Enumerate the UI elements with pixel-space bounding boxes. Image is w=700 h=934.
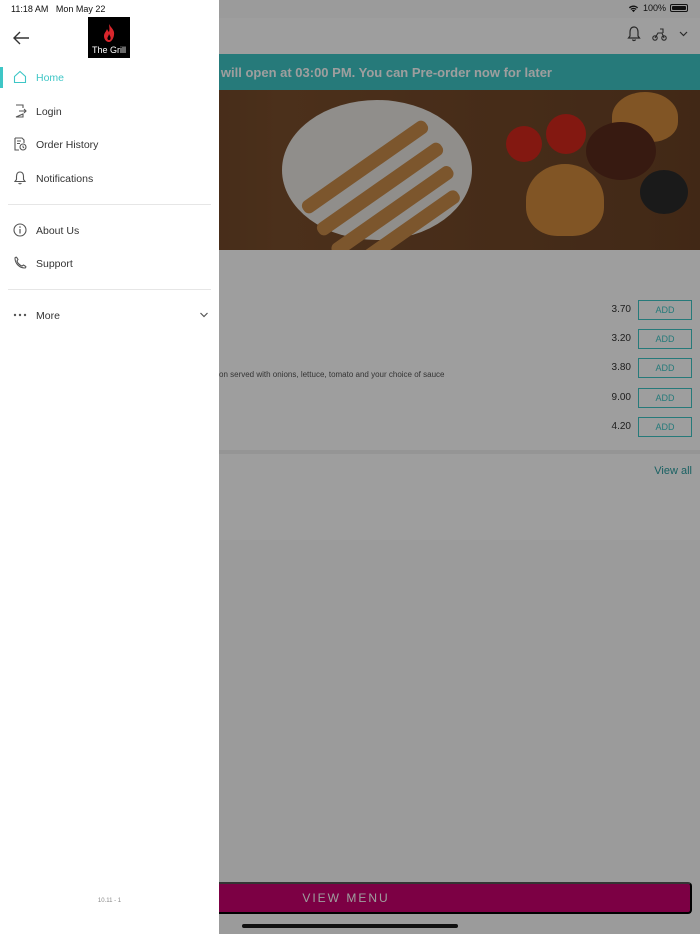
phone-icon	[14, 256, 27, 269]
drawer-item-about-us[interactable]: About Us	[0, 214, 219, 247]
app-version: 10.11 - 1	[97, 898, 122, 904]
battery-icon	[670, 4, 688, 12]
drawer-divider	[8, 204, 211, 205]
drawer-item-label: Support	[36, 257, 73, 270]
drawer-item-login[interactable]: Login	[0, 95, 219, 128]
order-history-icon	[14, 137, 27, 151]
chevron-down-icon[interactable]	[199, 310, 209, 320]
bell-icon	[13, 171, 27, 185]
drawer-item-label: Login	[36, 105, 62, 118]
home-indicator	[242, 924, 458, 928]
drawer-item-label: Notifications	[36, 172, 94, 185]
flame-icon	[104, 24, 115, 42]
drawer-item-label: More	[36, 309, 60, 322]
drawer-item-notifications[interactable]: Notifications	[0, 162, 219, 195]
drawer-item-label: Home	[36, 71, 65, 84]
status-time: 11:18 AM Mon May 22	[11, 4, 106, 14]
more-dots-icon	[13, 313, 27, 317]
drawer-item-home[interactable]: Home	[0, 61, 219, 94]
drawer-item-support[interactable]: Support	[0, 247, 219, 280]
info-icon	[13, 223, 27, 237]
back-arrow-icon[interactable]	[12, 30, 30, 46]
login-icon	[15, 104, 27, 118]
battery-percent: 100%	[642, 3, 666, 13]
brand-logo: The Grill	[88, 17, 130, 58]
drawer-item-label: About Us	[36, 224, 80, 237]
drawer-divider	[8, 289, 211, 290]
side-drawer: The Grill Home Login Order History Notif…	[0, 0, 219, 934]
drawer-item-label: Order History	[36, 138, 99, 151]
drawer-item-more[interactable]: More	[0, 299, 219, 332]
drawer-item-order-history[interactable]: Order History	[0, 128, 219, 161]
wifi-icon	[628, 5, 639, 12]
logo-text: The Grill	[91, 45, 126, 55]
home-icon	[13, 70, 27, 84]
status-bar: 11:18 AM Mon May 22 100%	[0, 0, 700, 18]
status-right: 100%	[628, 3, 688, 13]
